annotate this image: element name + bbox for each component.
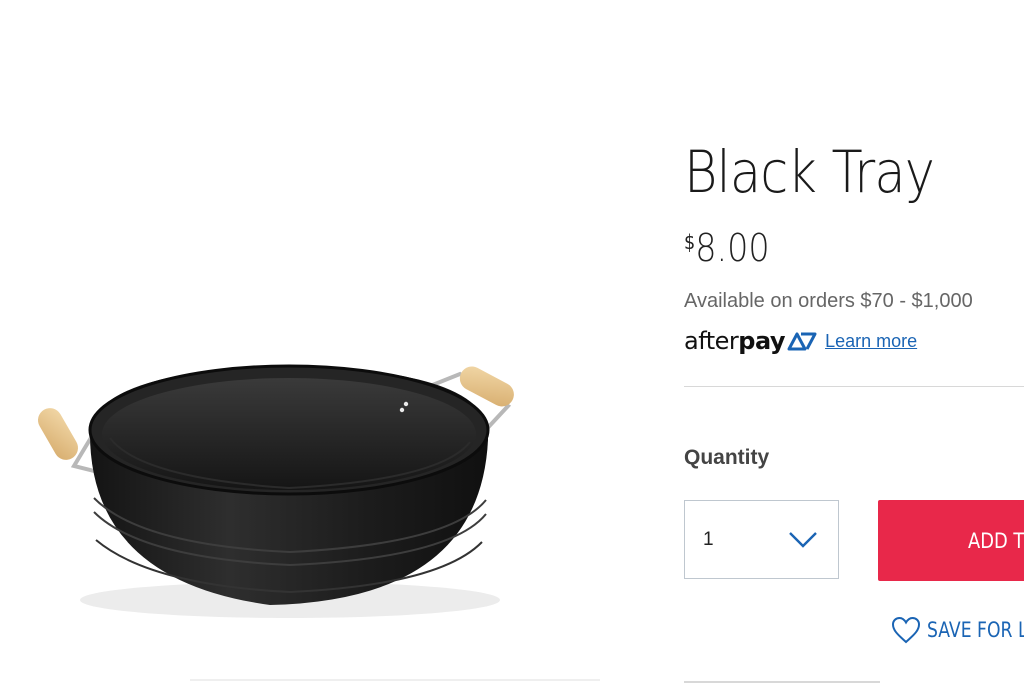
price-currency: $ (684, 230, 696, 254)
save-for-later-label: SAVE FOR LATER (927, 618, 1024, 642)
save-for-later-button[interactable]: SAVE FOR LATER (891, 612, 1024, 648)
add-to-cart-button[interactable]: ADD TO CART (878, 500, 1024, 581)
chevron-down-icon (789, 532, 817, 548)
afterpay-note: Available on orders $70 - $1,000 (684, 290, 973, 312)
afterpay-logo-after: after (684, 327, 739, 355)
image-divider (190, 679, 600, 681)
product-page: Black Tray $8.00 Available on orders $70… (0, 0, 1024, 683)
quantity-value: 1 (703, 528, 714, 550)
quantity-label: Quantity (684, 446, 770, 469)
quantity-select[interactable]: 1 (684, 500, 839, 579)
afterpay-logo: after pay (684, 327, 786, 355)
heart-icon (891, 616, 921, 644)
section-divider (684, 386, 1024, 387)
price-amount: 8.00 (695, 226, 770, 270)
afterpay-logo-pay: pay (738, 327, 786, 355)
tray-icon (38, 364, 514, 618)
afterpay-arrows-icon (787, 332, 817, 351)
product-title: Black Tray (684, 138, 935, 206)
add-to-cart-label: ADD TO CART (968, 528, 1024, 553)
afterpay-row: after pay Learn more (684, 324, 917, 358)
afterpay-learn-more-link[interactable]: Learn more (825, 331, 917, 352)
product-details: Black Tray $8.00 Available on orders $70… (684, 0, 1024, 683)
product-image (20, 330, 540, 630)
product-price: $8.00 (684, 226, 770, 270)
